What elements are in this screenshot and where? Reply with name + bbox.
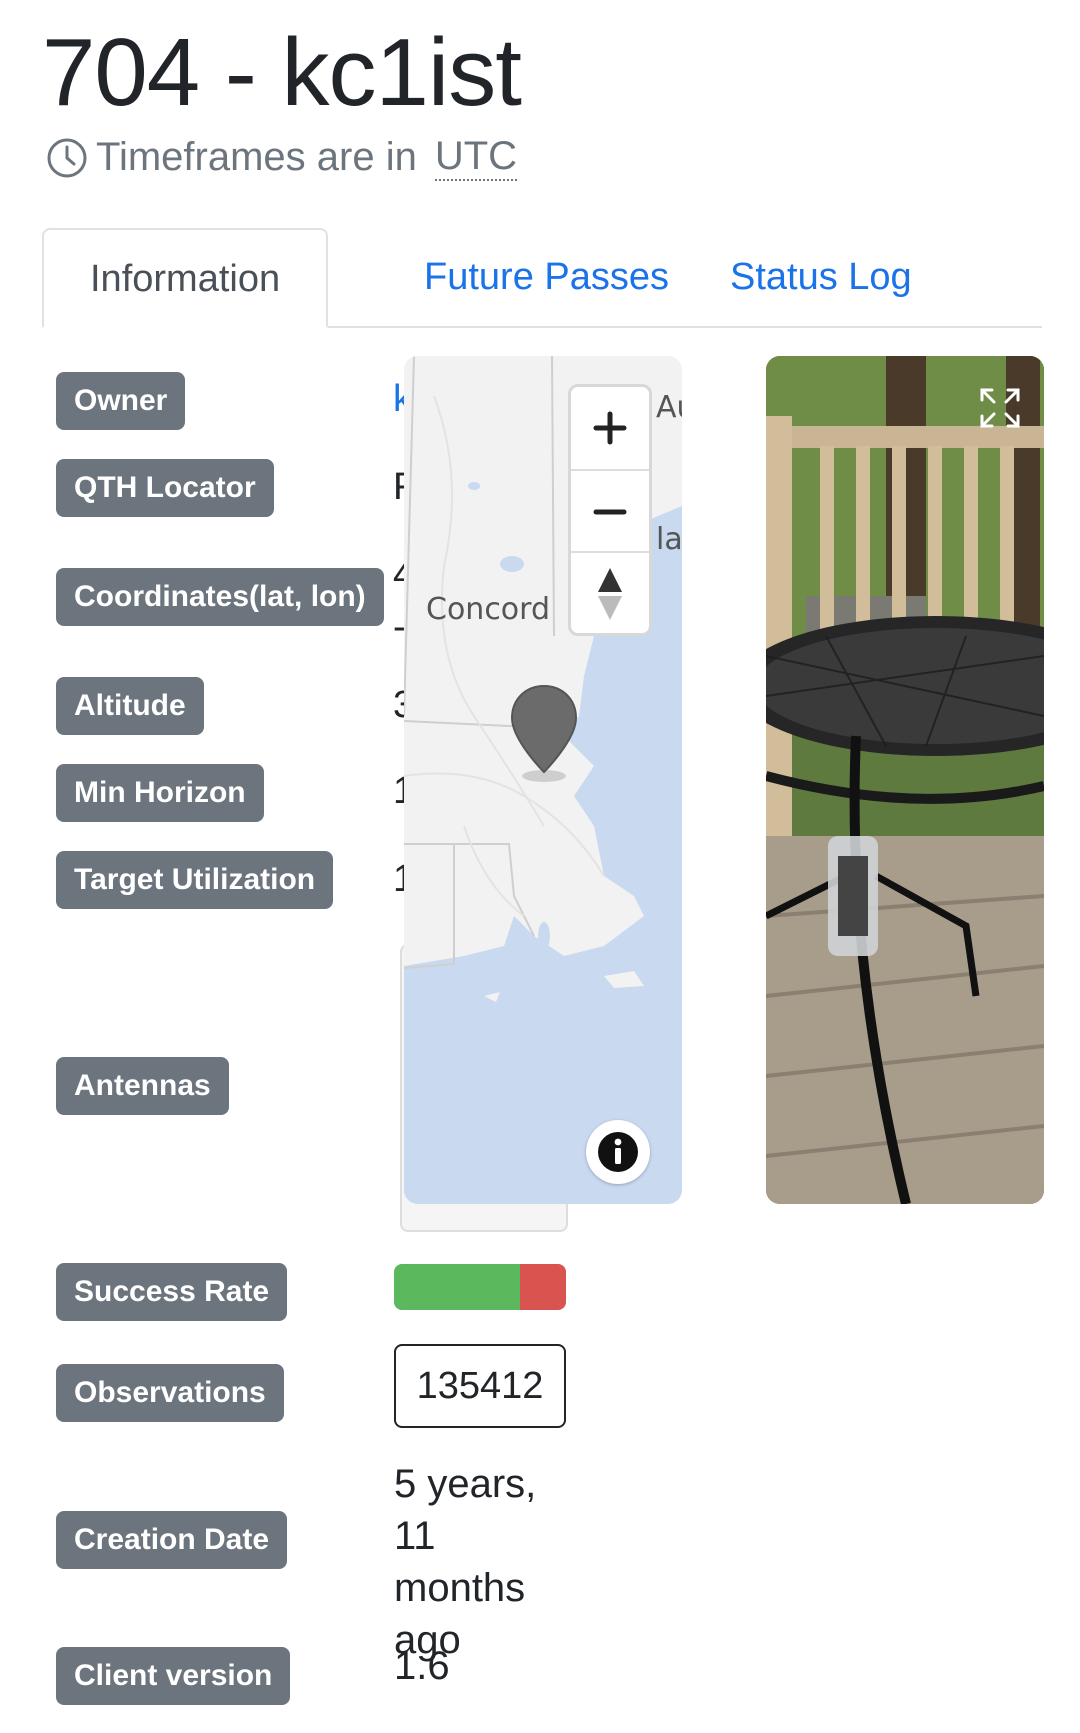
timezone-abbr[interactable]: UTC bbox=[434, 134, 518, 181]
station-map[interactable]: Concord Au la bbox=[404, 356, 682, 1204]
owner-label: Owner bbox=[56, 372, 186, 430]
qth-locator-label: QTH Locator bbox=[56, 459, 274, 517]
client-version-value: 1.6 bbox=[394, 1644, 450, 1688]
success-rate-success-segment bbox=[394, 1264, 520, 1310]
observations-value-button[interactable]: 135412 bbox=[394, 1344, 566, 1428]
map-zoom-controls bbox=[568, 384, 652, 636]
page-title: 704 - kc1ist bbox=[42, 19, 522, 126]
client-version-label: Client version bbox=[56, 1647, 291, 1705]
target-utilization-label: Target Utilization bbox=[56, 851, 334, 909]
coordinates-label: Coordinates(lat, lon) bbox=[56, 568, 384, 626]
timezone-note: Timeframes are in UTC bbox=[46, 134, 518, 181]
station-photo-image bbox=[766, 356, 1044, 1204]
tab-information[interactable]: Information bbox=[42, 228, 329, 328]
map-pin-icon[interactable] bbox=[508, 684, 580, 789]
altitude-label: Altitude bbox=[56, 677, 204, 735]
observations-label: Observations bbox=[56, 1364, 284, 1422]
creation-date-label: Creation Date bbox=[56, 1511, 288, 1569]
clock-icon bbox=[46, 137, 88, 179]
map-edge-label-1: Au bbox=[656, 390, 682, 425]
minus-icon[interactable] bbox=[571, 469, 649, 553]
station-photo[interactable] bbox=[766, 356, 1044, 1204]
success-rate-label: Success Rate bbox=[56, 1263, 288, 1321]
compass-icon[interactable] bbox=[571, 551, 649, 635]
expand-icon[interactable] bbox=[978, 386, 1022, 430]
tab-status-log[interactable]: Status Log bbox=[684, 228, 958, 326]
success-rate-failure-segment bbox=[519, 1264, 566, 1310]
creation-date-value: 5 years, 11 months ago bbox=[394, 1462, 537, 1662]
map-edge-label-2: la bbox=[656, 522, 682, 557]
min-horizon-label: Min Horizon bbox=[56, 764, 264, 822]
success-rate-bar bbox=[394, 1264, 566, 1310]
map-city-label: Concord bbox=[426, 592, 551, 627]
info-icon[interactable] bbox=[586, 1120, 650, 1184]
plus-icon[interactable] bbox=[571, 387, 649, 469]
tab-future-passes[interactable]: Future Passes bbox=[378, 228, 715, 326]
station-tabs: Information Future Passes Status Log bbox=[42, 228, 1042, 328]
antennas-label: Antennas bbox=[56, 1057, 229, 1115]
timezone-text: Timeframes are in bbox=[96, 135, 417, 179]
